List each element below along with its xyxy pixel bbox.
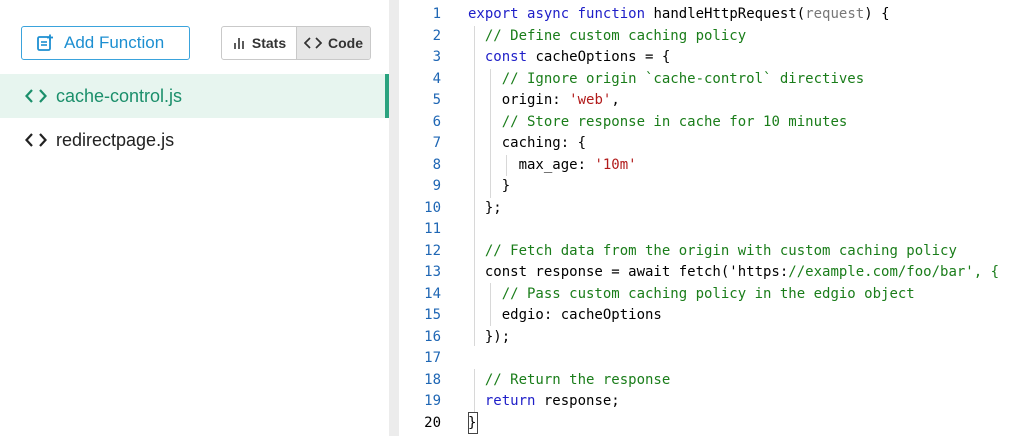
line-code: // Store response in cache for 10 minute…	[501, 113, 848, 130]
line-code: const cacheOptions = {	[484, 49, 671, 65]
line-code: // Fetch data from the origin with custo…	[484, 242, 957, 259]
line-code: return response;	[484, 393, 620, 409]
code-line[interactable]: 4 // Ignore origin `cache-control` direc…	[399, 69, 1024, 91]
line-code: // Return the response	[484, 371, 671, 388]
line-code: // Pass custom caching policy in the edg…	[501, 285, 915, 302]
line-code: }	[468, 414, 477, 431]
code-line[interactable]: 16 });	[399, 327, 1024, 349]
code-line[interactable]: 12 // Fetch data from the origin with cu…	[399, 241, 1024, 263]
add-function-label: Add Function	[64, 33, 165, 52]
code-line[interactable]: 14 // Pass custom caching policy in the …	[399, 284, 1024, 306]
bar-chart-icon	[232, 36, 246, 50]
line-number: 16	[424, 328, 441, 345]
line-number: 19	[424, 393, 441, 409]
line-code: max_age: '10m'	[468, 156, 637, 173]
code-line[interactable]: 6 // Store response in cache for 10 minu…	[399, 112, 1024, 134]
code-line[interactable]: 13 const response = await fetch('https:/…	[399, 262, 1024, 284]
code-label: Code	[328, 35, 363, 51]
code-brackets-icon	[304, 36, 322, 50]
sidebar: Add Function Stats Code cache-control.js…	[0, 0, 389, 436]
line-number: 3	[432, 49, 441, 65]
file-name: cache-control.js	[56, 85, 183, 106]
code-line[interactable]: 8 max_age: '10m'	[399, 155, 1024, 177]
line-number: 9	[432, 178, 441, 194]
code-line[interactable]: 7 caching: {	[399, 133, 1024, 155]
line-number: 1	[432, 6, 441, 22]
stats-button[interactable]: Stats	[222, 27, 297, 59]
line-number: 10	[424, 199, 441, 216]
code-line[interactable]: 3 const cacheOptions = {	[399, 47, 1024, 69]
file-list: cache-control.js redirectpage.js	[0, 74, 389, 162]
add-document-icon	[36, 34, 54, 52]
code-line[interactable]: 9 }	[399, 176, 1024, 198]
line-number: 18	[424, 371, 441, 388]
line-number: 7	[432, 135, 441, 151]
line-code: const response = await fetch('https://ex…	[468, 264, 1000, 280]
line-number: 17	[424, 350, 441, 366]
line-number: 20	[424, 414, 441, 431]
code-line[interactable]: 2 // Define custom caching policy	[399, 26, 1024, 48]
line-code: export async function handleHttpRequest(…	[468, 6, 890, 22]
code-brackets-icon	[25, 88, 47, 104]
line-number: 13	[424, 264, 441, 280]
code-brackets-icon	[25, 132, 47, 148]
line-number: 8	[432, 156, 441, 173]
code-line[interactable]: 19 return response;	[399, 391, 1024, 413]
code-button[interactable]: Code	[297, 27, 370, 59]
line-number: 2	[432, 27, 441, 44]
file-item-cache-control[interactable]: cache-control.js	[0, 74, 389, 118]
code-line[interactable]: 10 };	[399, 198, 1024, 220]
line-code: edgio: cacheOptions	[468, 307, 662, 323]
line-number: 5	[432, 92, 441, 108]
line-number: 12	[424, 242, 441, 259]
view-toggle: Stats Code	[221, 26, 371, 60]
line-number: 6	[432, 113, 441, 130]
line-number: 15	[424, 307, 441, 323]
line-code: });	[468, 328, 511, 345]
code-line[interactable]: 20}	[399, 413, 1024, 435]
line-number: 14	[424, 285, 441, 302]
code-line[interactable]: 15 edgio: cacheOptions	[399, 305, 1024, 327]
line-code: };	[468, 199, 502, 216]
code-line[interactable]: 18 // Return the response	[399, 370, 1024, 392]
line-code: // Define custom caching policy	[484, 27, 747, 44]
line-code: // Ignore origin `cache-control` directi…	[501, 70, 865, 87]
sidebar-toolbar: Add Function Stats Code	[0, 0, 389, 74]
code-editor[interactable]: 1 export async function handleHttpRequest…	[399, 0, 1024, 436]
line-code: origin: 'web',	[468, 92, 620, 108]
code-line[interactable]: 5 origin: 'web',	[399, 90, 1024, 112]
panel-divider[interactable]	[389, 0, 399, 436]
file-name: redirectpage.js	[56, 129, 175, 150]
code-line[interactable]: 11	[399, 219, 1024, 241]
line-number: 4	[432, 70, 441, 87]
code-line[interactable]: 17	[399, 348, 1024, 370]
line-code: }	[468, 178, 511, 194]
add-function-button[interactable]: Add Function	[21, 26, 190, 60]
code-line[interactable]: 1 export async function handleHttpRequest…	[399, 4, 1024, 26]
line-code: caching: {	[468, 135, 587, 151]
stats-label: Stats	[251, 35, 287, 51]
file-item-redirectpage[interactable]: redirectpage.js	[0, 118, 389, 162]
line-number: 11	[424, 221, 441, 237]
